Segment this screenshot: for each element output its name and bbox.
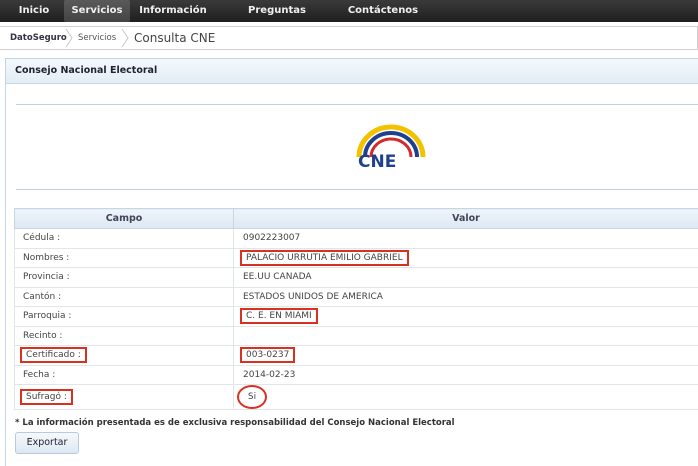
field-value-cedula: 0902223007 bbox=[234, 229, 698, 249]
breadcrumb: DatoSeguro Servicios Consulta CNE bbox=[0, 26, 698, 50]
breadcrumb-current: Consulta CNE bbox=[134, 27, 215, 49]
table-row: Fecha : 2014-02-23 bbox=[15, 365, 698, 385]
field-label-sufrago: Sufragó : bbox=[23, 392, 70, 402]
nav-item-informacion[interactable]: Información bbox=[138, 0, 208, 22]
field-value-parroquia: C. E. EN MIAMI bbox=[243, 311, 315, 321]
cne-data-table: Campo Valor Cédula : 0902223007 Nombres … bbox=[14, 208, 698, 410]
field-label-parroquia: Parroquia : bbox=[15, 307, 234, 327]
table-row: Certificado : 003-0237 bbox=[15, 346, 698, 366]
table-row: Parroquia : C. E. EN MIAMI bbox=[15, 307, 698, 327]
table-row: Provincia : EE.UU CANADA bbox=[15, 268, 698, 288]
breadcrumb-home[interactable]: DatoSeguro bbox=[10, 27, 67, 49]
field-value-fecha: 2014-02-23 bbox=[234, 365, 698, 385]
table-row: Recinto : bbox=[15, 326, 698, 346]
nav-item-preguntas-frecuentes[interactable]: Preguntas Frecuentes bbox=[218, 0, 336, 22]
nav-item-contactenos[interactable]: Contáctenos bbox=[344, 0, 422, 22]
logo-text: CNE bbox=[358, 152, 396, 171]
breadcrumb-separator-icon bbox=[120, 27, 130, 49]
field-value-sufrago: Si bbox=[237, 385, 267, 409]
field-label-cedula: Cédula : bbox=[15, 229, 234, 249]
column-header-valor: Valor bbox=[234, 209, 698, 229]
breadcrumb-servicios[interactable]: Servicios bbox=[78, 27, 116, 49]
disclaimer-note: * La información presentada es de exclus… bbox=[15, 418, 455, 428]
field-label-nombres: Nombres : bbox=[15, 248, 234, 268]
field-value-recinto bbox=[234, 326, 698, 346]
field-label-certificado: Certificado : bbox=[23, 350, 84, 360]
field-value-certificado: 003-0237 bbox=[243, 350, 292, 360]
table-row: Cantón : ESTADOS UNIDOS DE AMERICA bbox=[15, 287, 698, 307]
nav-item-servicios[interactable]: Servicios bbox=[64, 0, 130, 22]
divider-top bbox=[16, 104, 698, 105]
cne-logo: CNE bbox=[351, 123, 431, 171]
table-row: Sufragó : Si bbox=[15, 385, 698, 410]
field-label-recinto: Recinto : bbox=[15, 326, 234, 346]
export-button[interactable]: Exportar bbox=[15, 432, 79, 454]
field-label-provincia: Provincia : bbox=[15, 268, 234, 288]
column-header-campo: Campo bbox=[15, 209, 234, 229]
table-row: Cédula : 0902223007 bbox=[15, 229, 698, 249]
field-value-nombres: PALACIO URRUTIA EMILIO GABRIEL bbox=[243, 253, 406, 263]
field-label-canton: Cantón : bbox=[15, 287, 234, 307]
field-value-canton: ESTADOS UNIDOS DE AMERICA bbox=[234, 287, 698, 307]
top-navigation-bar: Inicio Servicios Información Preguntas F… bbox=[0, 0, 698, 22]
breadcrumb-separator-icon bbox=[64, 27, 74, 49]
field-label-fecha: Fecha : bbox=[15, 365, 234, 385]
nav-item-inicio[interactable]: Inicio bbox=[12, 0, 56, 22]
panel-title: Consejo Nacional Electoral bbox=[15, 59, 157, 83]
table-row: Nombres : PALACIO URRUTIA EMILIO GABRIEL bbox=[15, 248, 698, 268]
field-value-provincia: EE.UU CANADA bbox=[234, 268, 698, 288]
divider-bottom bbox=[16, 189, 698, 190]
panel-header: Consejo Nacional Electoral bbox=[6, 59, 698, 84]
